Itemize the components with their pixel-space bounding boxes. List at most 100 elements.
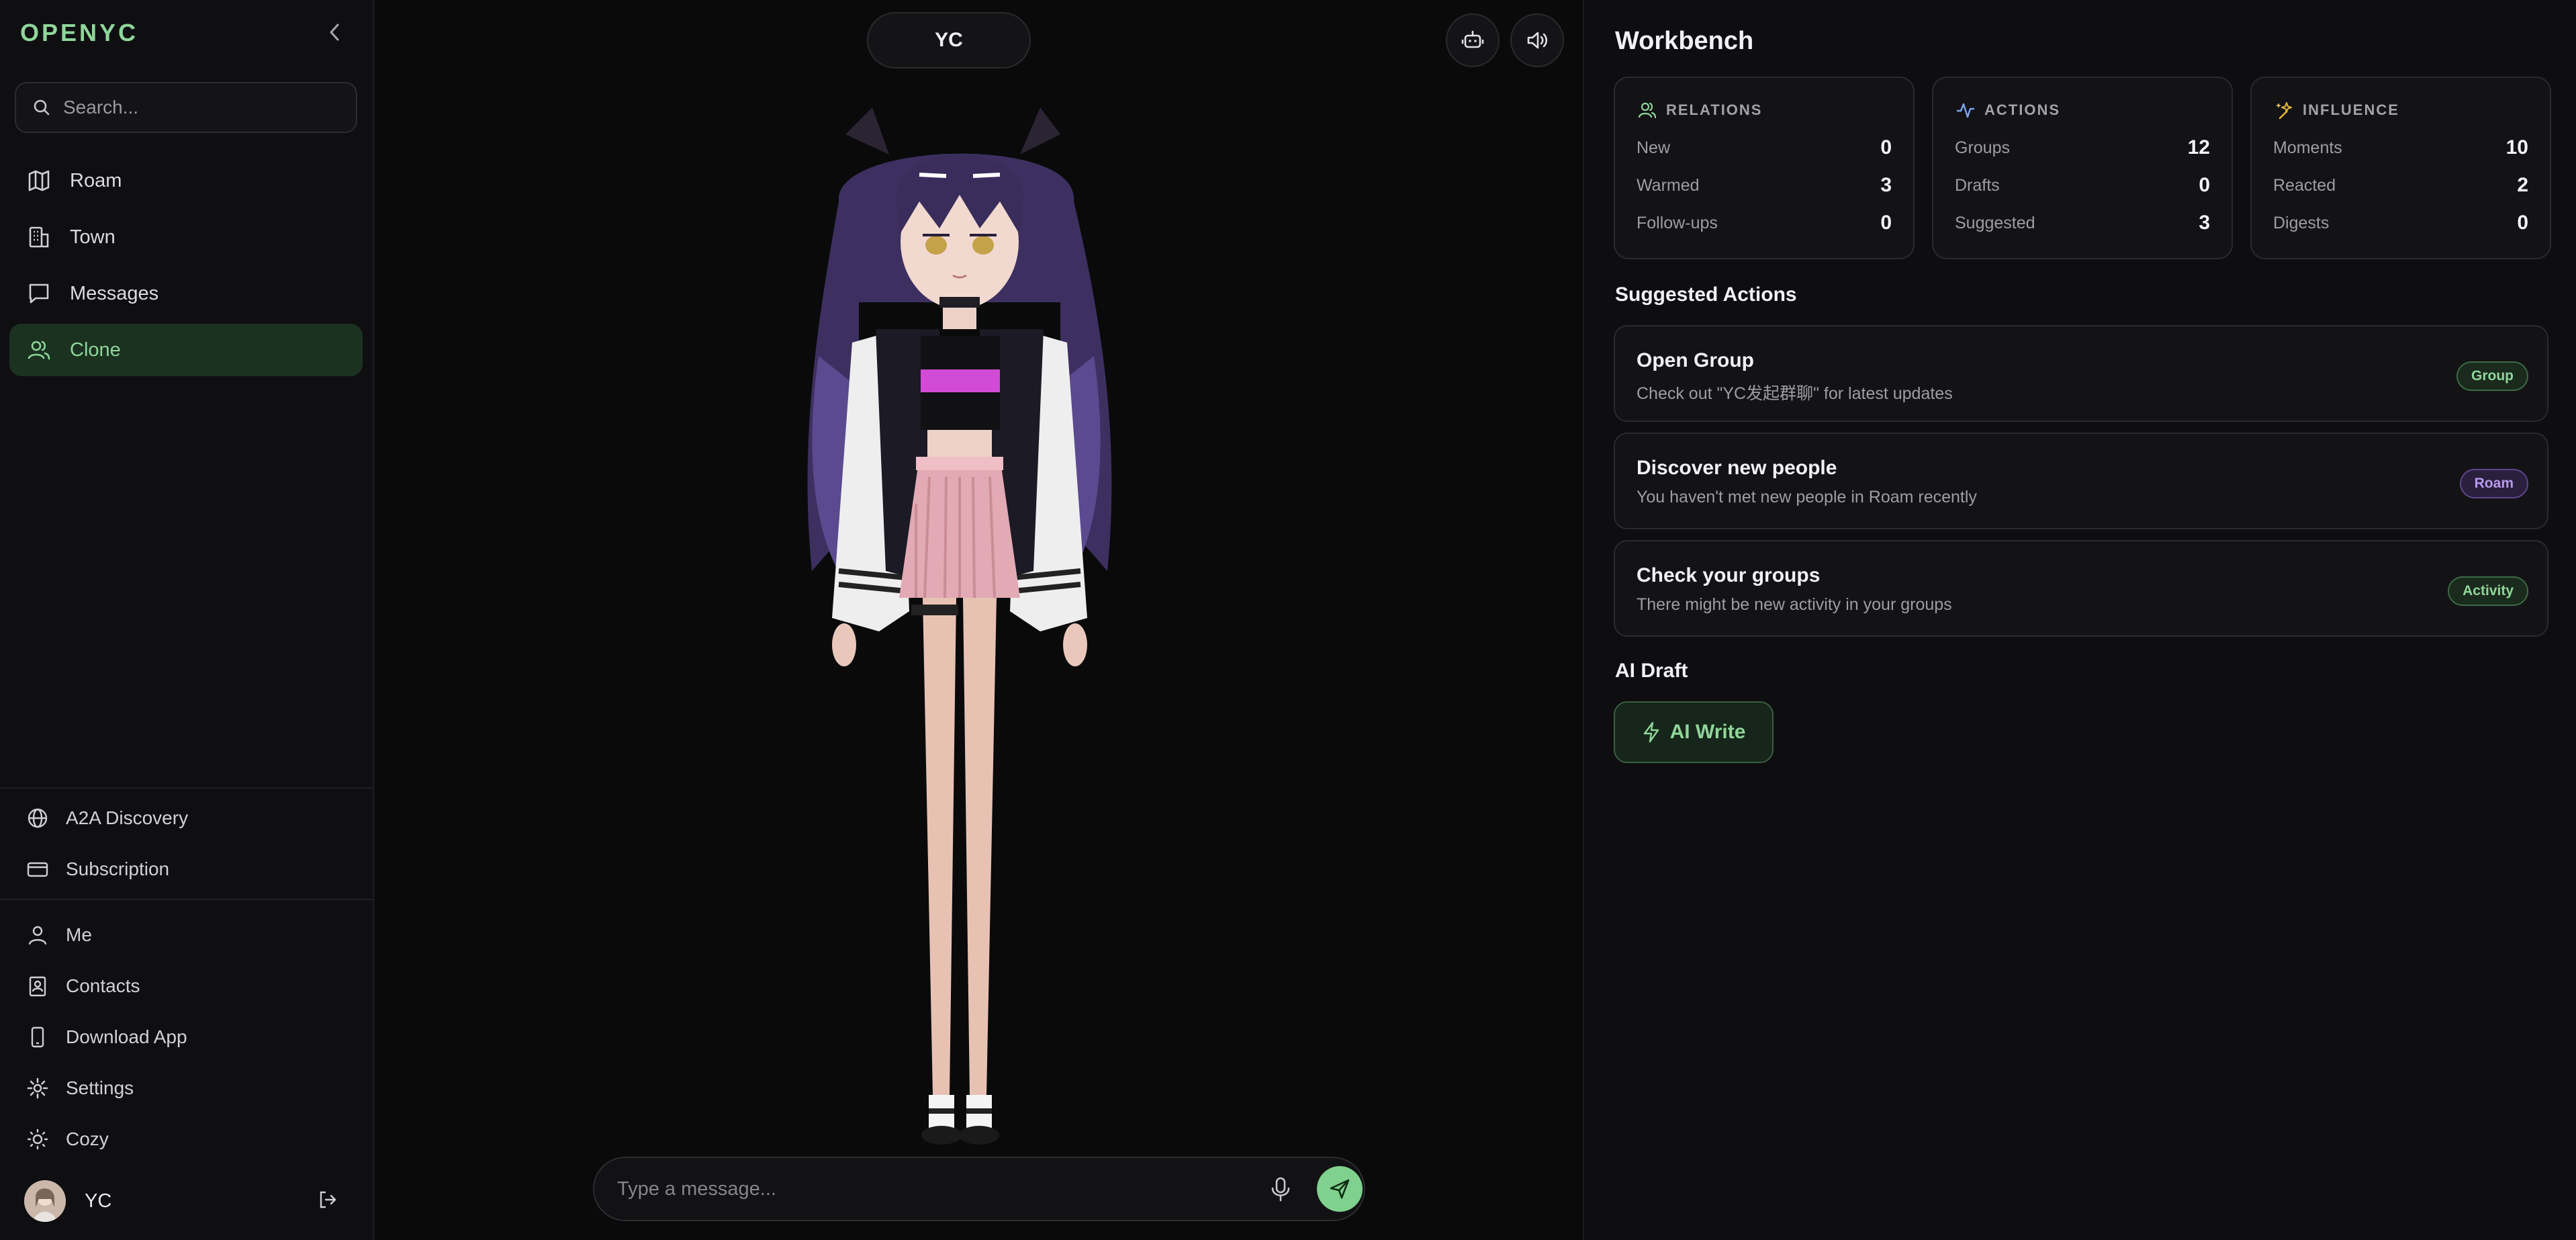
contacts-link[interactable]: Contacts — [24, 969, 140, 1003]
stat-label: Groups — [1955, 138, 2010, 157]
workbench-title: Workbench — [1615, 27, 1754, 55]
avatar-character-illustration — [807, 107, 1112, 1145]
a2a-discovery-label: A2A Discovery — [66, 807, 189, 828]
stat-row: Drafts 0 — [1955, 172, 2210, 199]
globe-icon — [24, 805, 51, 832]
nav-label: Roam — [70, 169, 122, 191]
search-box[interactable] — [15, 82, 357, 133]
nav-item-messages[interactable]: Messages — [9, 267, 363, 320]
nav-label: Clone — [70, 339, 121, 361]
a2a-discovery-link[interactable]: A2A Discovery — [24, 801, 188, 835]
settings-label: Settings — [66, 1077, 134, 1098]
stat-row: New 0 — [1637, 134, 1892, 161]
me-link[interactable]: Me — [24, 918, 92, 952]
lightning-icon — [1642, 721, 1661, 743]
theme-toggle[interactable]: Cozy — [24, 1122, 109, 1156]
ai-draft-title: AI Draft — [1615, 660, 1688, 682]
avatar[interactable] — [24, 1180, 66, 1222]
send-icon — [1330, 1179, 1350, 1199]
user-icon — [24, 922, 51, 948]
microphone-button[interactable] — [1266, 1174, 1295, 1204]
stat-label: Reacted — [2273, 175, 2336, 195]
logout-button[interactable] — [314, 1186, 341, 1213]
contacts-label: Contacts — [66, 975, 140, 996]
me-label: Me — [66, 924, 92, 945]
suggested-action-discover-people[interactable]: Discover new people You haven't met new … — [1614, 433, 2548, 529]
nav-label: Messages — [70, 282, 159, 304]
message-composer — [593, 1157, 1365, 1221]
ai-write-label: AI Write — [1669, 721, 1746, 743]
relations-header: RELATIONS — [1666, 101, 1763, 118]
stat-value: 0 — [2199, 174, 2210, 196]
stat-value: 0 — [2517, 212, 2528, 234]
download-app-label: Download App — [66, 1026, 187, 1047]
tag-activity: Activity — [2448, 576, 2528, 606]
action-title: Discover new people — [1637, 457, 1837, 479]
action-title: Open Group — [1637, 349, 1754, 371]
relations-card: RELATIONS New 0 Warmed 3 Follow-ups 0 — [1614, 77, 1915, 259]
stat-value: 12 — [2187, 136, 2210, 159]
collapse-sidebar-button[interactable] — [322, 19, 347, 46]
settings-link[interactable]: Settings — [24, 1071, 134, 1105]
stat-value: 0 — [1880, 136, 1892, 159]
user-profile-row[interactable]: YC — [24, 1180, 360, 1223]
stat-value: 0 — [1880, 212, 1892, 234]
search-input[interactable] — [63, 97, 345, 118]
stat-row: Moments 10 — [2273, 134, 2528, 161]
stat-value: 3 — [2199, 212, 2210, 234]
stat-row: Suggested 3 — [1955, 210, 2210, 236]
stat-row: Warmed 3 — [1637, 172, 1892, 199]
building-icon — [26, 224, 52, 251]
message-icon — [26, 280, 52, 307]
stat-label: Drafts — [1955, 175, 2000, 195]
brand-logo: OPENYC — [20, 19, 139, 46]
stat-row: Groups 12 — [1955, 134, 2210, 161]
actions-header: ACTIONS — [1984, 101, 2060, 118]
character-name-pill[interactable]: YC — [867, 12, 1031, 69]
user-name: YC — [85, 1190, 112, 1212]
nav-label: Town — [70, 226, 116, 248]
download-app-link[interactable]: Download App — [24, 1020, 187, 1054]
stat-label: Follow-ups — [1637, 213, 1718, 232]
action-description: You haven't met new people in Roam recen… — [1637, 488, 1977, 506]
stat-label: Digests — [2273, 213, 2330, 232]
activity-icon — [1955, 99, 1976, 121]
suggested-action-open-group[interactable]: Open Group Check out "YC发起群聊" for latest… — [1614, 325, 2548, 422]
tag-roam: Roam — [2459, 469, 2528, 498]
sidebar: OPENYC Roam Town Messages Clone A2 — [0, 0, 374, 1240]
stat-label: Warmed — [1637, 175, 1700, 195]
nav-item-clone[interactable]: Clone — [9, 324, 363, 376]
gear-icon — [24, 1075, 51, 1102]
suggested-action-check-groups[interactable]: Check your groups There might be new act… — [1614, 540, 2548, 637]
action-description: Check out "YC发起群聊" for latest updates — [1637, 384, 1953, 403]
stat-label: Suggested — [1955, 213, 2035, 232]
send-button[interactable] — [1317, 1166, 1363, 1212]
bot-icon — [1461, 30, 1484, 48]
subscription-label: Subscription — [66, 858, 170, 879]
stat-label: New — [1637, 138, 1671, 157]
stat-value: 2 — [2517, 174, 2528, 196]
nav-item-town[interactable]: Town — [9, 211, 363, 263]
bot-button[interactable] — [1446, 13, 1500, 67]
suggested-actions-title: Suggested Actions — [1615, 283, 1797, 306]
subscription-link[interactable]: Subscription — [24, 852, 169, 886]
sound-button[interactable] — [1510, 13, 1564, 67]
contacts-icon — [24, 973, 51, 1000]
influence-header: INFLUENCE — [2303, 101, 2399, 118]
influence-card: INFLUENCE Moments 10 Reacted 2 Digests 0 — [2250, 77, 2551, 259]
sparkles-icon — [2273, 99, 2295, 121]
divider — [0, 787, 374, 789]
sun-icon — [24, 1126, 51, 1153]
users-icon — [26, 337, 52, 363]
phone-icon — [24, 1024, 51, 1051]
logout-icon — [320, 1191, 336, 1208]
chevron-left-icon — [330, 24, 339, 41]
tag-group: Group — [2456, 361, 2528, 391]
message-input[interactable] — [617, 1178, 1222, 1200]
ai-write-button[interactable]: AI Write — [1614, 701, 1774, 763]
theme-label: Cozy — [66, 1128, 109, 1149]
stat-value: 3 — [1880, 174, 1892, 196]
nav-item-roam[interactable]: Roam — [9, 154, 363, 207]
credit-card-icon — [24, 856, 51, 883]
search-icon — [34, 99, 50, 116]
